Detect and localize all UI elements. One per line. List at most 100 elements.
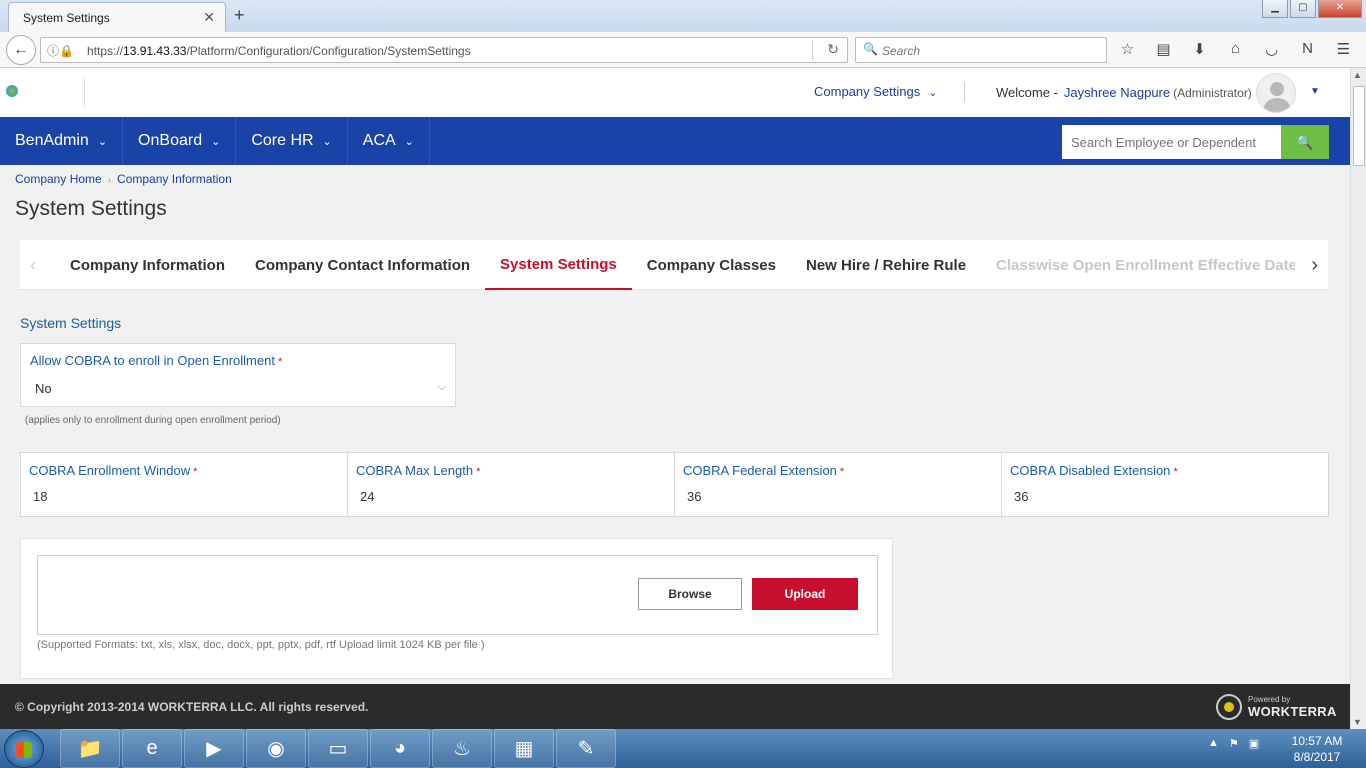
window-close-icon[interactable]: ✕ [1318,0,1362,18]
menu-label: BenAdmin [15,132,89,149]
tab-company-classes[interactable]: Company Classes [632,240,791,290]
chevron-right-icon[interactable]: › [1311,254,1318,277]
upload-button[interactable]: Upload [752,578,858,610]
tab-new-hire-rehire-rule[interactable]: New Hire / Rehire Rule [791,240,981,290]
firefox-icon[interactable]: ◕ [370,729,430,768]
avatar-head [1270,82,1284,96]
chrome-icon[interactable]: ◉ [246,729,306,768]
logo-dot [1224,702,1234,712]
cobra-fields-row: COBRA Enrollment Window * 18 COBRA Max Leng… [20,452,1329,517]
cobra-field-cobra-enrollment-window[interactable]: COBRA Enrollment Window * 18 [21,453,348,516]
download-icon[interactable]: ⬇ [1188,40,1211,60]
field-label-text: COBRA Max Length [356,463,474,478]
breadcrumb-home[interactable]: Company Home [15,172,102,186]
cobra-field-cobra-federal-extension[interactable]: COBRA Federal Extension * 36 [675,453,1002,516]
new-tab-icon[interactable]: + [234,5,245,26]
footer: © Copyright 2013-2014 WORKTERRA LLC. All… [0,684,1350,729]
browser-toolbar: ← ⓘ🔒 https://13.91.43.33/Platform/Config… [0,32,1366,68]
employee-search-input[interactable] [1062,125,1281,159]
close-icon[interactable]: ✕ [203,9,215,26]
required-mark: * [277,356,283,368]
paint-icon[interactable]: ✎ [556,729,616,768]
tab-company-information[interactable]: Company Information [55,240,240,290]
browser-tab[interactable]: System Settings ✕ [8,2,226,32]
media-player-icon[interactable]: ▶ [184,729,244,768]
field-value[interactable]: 24 [360,489,374,504]
field-value[interactable]: 36 [1014,489,1028,504]
field-value[interactable]: 18 [33,489,47,504]
menu-onboard[interactable]: OnBoard ⌄ [123,117,237,165]
browser-search-input[interactable]: 🔍 Search [855,37,1107,63]
menu-aca[interactable]: ACA ⌄ [348,117,430,165]
home-icon[interactable]: ⌂ [1224,40,1247,60]
start-button[interactable] [4,730,44,768]
field-label-text: COBRA Enrollment Window [29,463,191,478]
welcome-text: Welcome - Jayshree Nagpure (Administrator) [996,85,1252,100]
company-settings-label: Company Settings [814,84,921,99]
scroll-down-icon[interactable]: ▼ [1353,717,1362,727]
minimize-icon[interactable]: ▁ [1262,0,1288,18]
menu-benadmin[interactable]: BenAdmin ⌄ [0,117,124,165]
employee-search-button[interactable]: 🔍 [1281,125,1329,159]
file-explorer-icon[interactable]: 📁 [60,729,120,768]
company-logo-icon[interactable] [6,85,18,97]
user-menu-caret-icon[interactable]: ▼ [1310,86,1320,97]
vertical-scrollbar[interactable]: ▲ ▼ [1350,68,1366,729]
flame-app-icon[interactable]: ♨ [432,729,492,768]
back-arrow-icon[interactable]: ← [6,35,36,65]
cobra-open-enrollment-select[interactable]: Allow COBRA to enroll in Open Enrollment… [20,343,456,407]
company-settings-dropdown[interactable]: Company Settings ⌄ [814,84,937,99]
cobra-field-cobra-max-length[interactable]: COBRA Max Length * 24 [348,453,675,516]
field-value[interactable]: 36 [687,489,701,504]
breadcrumb-current[interactable]: Company Information [117,172,232,186]
scroll-up-icon[interactable]: ▲ [1353,70,1362,80]
field-label-text: COBRA Federal Extension [683,463,837,478]
pocket-icon[interactable]: ◡ [1260,40,1283,60]
network-icon[interactable]: ▣ [1249,737,1259,750]
site-info-icon[interactable]: ⓘ🔒 [47,42,74,59]
notepad-icon[interactable]: ▭ [308,729,368,768]
scrollbar-thumb[interactable] [1353,86,1365,166]
user-name[interactable]: Jayshree Nagpure [1064,85,1170,100]
field-label: COBRA Enrollment Window * [29,463,197,478]
tray-arrow-icon[interactable]: ▲ [1208,737,1219,750]
menu-hamburger-icon[interactable]: ☰ [1332,40,1355,60]
extension-icon[interactable]: N [1296,40,1319,60]
url-separator [812,40,813,60]
clipboard-app-icon[interactable]: ▦ [494,729,554,768]
field-label-text: COBRA Disabled Extension [1010,463,1171,478]
menu-label: ACA [362,132,396,149]
upload-dropzone[interactable]: Browse Upload [37,555,878,635]
browse-button[interactable]: Browse [638,578,742,610]
field-label-text: Allow COBRA to enroll in Open Enrollment [30,353,275,368]
internet-explorer-icon[interactable]: e [122,729,182,768]
avatar[interactable] [1256,73,1296,113]
tab-list: Company Information Company Contact Infor… [55,240,1295,290]
browser-toolbar-icons: ☆ ▤ ⬇ ⌂ ◡ N ☰ [1116,40,1355,60]
brand-name: WORKTERRA [1248,704,1337,719]
flag-icon[interactable]: ⚑ [1229,737,1239,750]
tab-company-contact-information[interactable]: Company Contact Information [240,240,485,290]
page-title: System Settings [15,197,167,220]
cobra-field-cobra-disabled-extension[interactable]: COBRA Disabled Extension * 36 [1002,453,1328,516]
address-bar[interactable]: ⓘ🔒 https://13.91.43.33/Platform/Configur… [40,37,848,63]
workterra-logo-icon [1216,694,1242,720]
taskbar-apps: 📁 e ▶ ◉ ▭ ◕ ♨ ▦ ✎ [60,729,616,768]
tab-system-settings[interactable]: System Settings [485,240,632,290]
browser-titlebar: System Settings ✕ + ▁ ▢ ✕ [0,0,1366,32]
browser-tab-title: System Settings [23,11,110,25]
chevron-down-icon: ⌄ [404,135,414,148]
avatar-body [1264,98,1290,112]
system-clock[interactable]: 10:57 AM 8/8/2017 [1282,733,1352,765]
system-tray: ▲ ⚑ ▣ [1208,737,1259,750]
chevron-down-icon: ⌄ [97,135,108,148]
reading-list-icon[interactable]: ▤ [1152,40,1175,60]
maximize-icon[interactable]: ▢ [1290,0,1316,18]
chevron-down-icon[interactable]: ⌵ [438,381,446,394]
chevron-left-icon[interactable]: ‹ [30,255,36,276]
menu-core-hr[interactable]: Core HR ⌄ [236,117,348,165]
bookmark-star-icon[interactable]: ☆ [1116,40,1139,60]
tab-classwise-open-enrollment-effective-date[interactable]: Classwise Open Enrollment Effective Date [981,240,1295,290]
chevron-down-icon: ⌄ [322,135,332,148]
reload-icon[interactable]: ↻ [827,41,839,58]
